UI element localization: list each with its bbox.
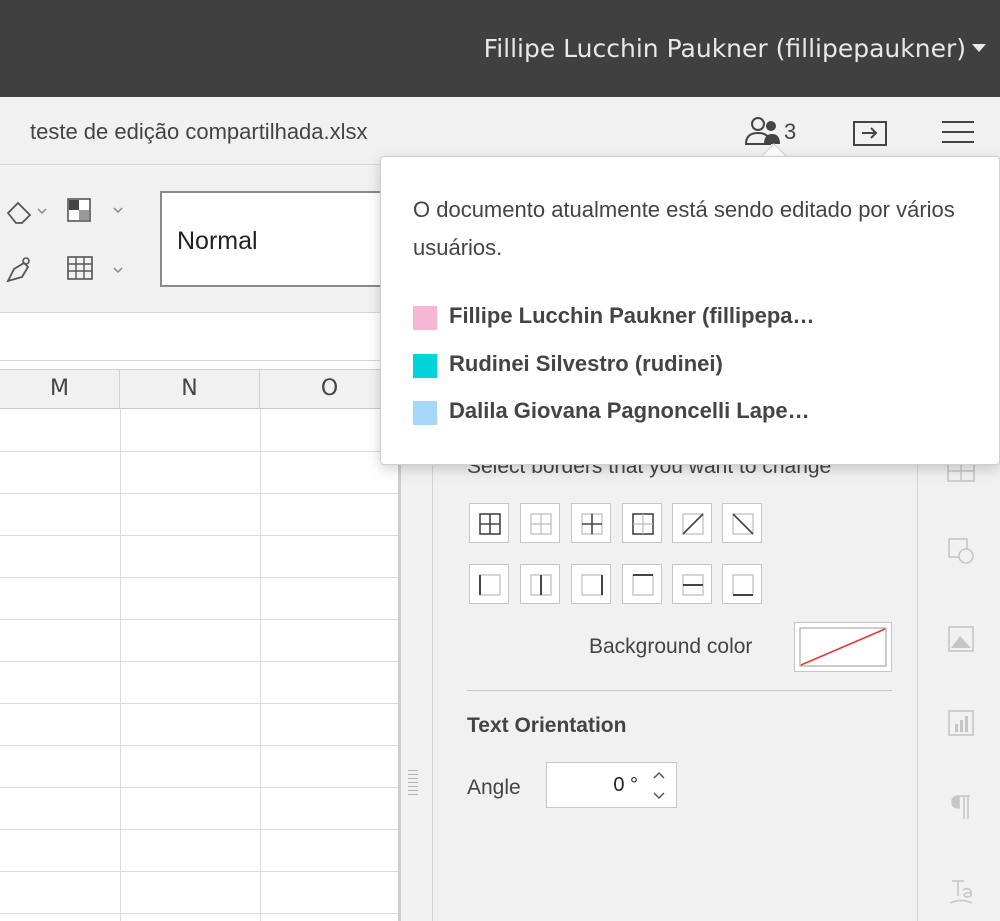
border-top-button[interactable] bbox=[622, 564, 662, 604]
table-format-icon[interactable] bbox=[66, 253, 128, 283]
cell-style-value: Normal bbox=[177, 227, 258, 255]
border-right-icon bbox=[581, 574, 603, 596]
section-divider bbox=[467, 690, 892, 691]
border-bottom-button[interactable] bbox=[722, 564, 762, 604]
diagonal-up-icon bbox=[682, 513, 704, 535]
user-color-swatch bbox=[413, 306, 437, 330]
user-color-swatch bbox=[413, 401, 437, 425]
border-left-button[interactable] bbox=[469, 564, 509, 604]
diagonal-down-icon bbox=[732, 513, 754, 535]
border-diagonal-down-button[interactable] bbox=[722, 503, 762, 543]
border-inner-vertical-button[interactable] bbox=[520, 564, 560, 604]
border-inner-vertical-icon bbox=[530, 574, 552, 596]
shape-settings-icon[interactable] bbox=[946, 536, 976, 566]
column-header-n[interactable]: N bbox=[120, 369, 260, 409]
border-none-button[interactable] bbox=[520, 503, 560, 543]
text-orientation-title: Text Orientation bbox=[467, 714, 627, 737]
border-top-icon bbox=[632, 574, 654, 596]
fill-pattern-icon[interactable] bbox=[66, 195, 128, 225]
angle-value[interactable]: 0 ° bbox=[613, 774, 638, 797]
users-icon bbox=[744, 117, 780, 145]
eraser-icon[interactable] bbox=[4, 197, 54, 227]
folder-arrow-icon bbox=[853, 121, 887, 146]
go-to-documents-button[interactable] bbox=[852, 119, 888, 147]
users-count: 3 bbox=[784, 119, 797, 144]
angle-label: Angle bbox=[467, 776, 521, 799]
image-settings-icon[interactable] bbox=[946, 624, 976, 654]
collaborator-name: Fillipe Lucchin Paukner (fillipepa… bbox=[449, 303, 815, 328]
format-painter-icon[interactable] bbox=[4, 255, 34, 285]
paragraph-settings-icon[interactable] bbox=[946, 792, 976, 822]
formula-bar[interactable] bbox=[0, 313, 400, 361]
popover-message: O documento atualmente está sendo editad… bbox=[413, 197, 955, 260]
border-inner-icon bbox=[581, 513, 603, 535]
border-right-button[interactable] bbox=[571, 564, 611, 604]
angle-spinner[interactable]: 0 ° bbox=[546, 762, 677, 808]
no-fill-swatch bbox=[799, 627, 887, 667]
app-header: Fillipe Lucchin Paukner (fillipepaukner) bbox=[0, 0, 1000, 97]
spinner-arrows-icon[interactable] bbox=[652, 767, 666, 803]
border-bottom-icon bbox=[732, 574, 754, 596]
document-titlebar: teste de edição compartilhada.xlsx 3 bbox=[0, 97, 1000, 165]
user-menu[interactable]: Fillipe Lucchin Paukner (fillipepaukner) bbox=[484, 34, 966, 63]
grid-cells[interactable] bbox=[0, 409, 400, 921]
border-inner-button[interactable] bbox=[571, 503, 611, 543]
border-outer-button[interactable] bbox=[622, 503, 662, 543]
background-color-label: Background color bbox=[589, 635, 753, 658]
border-inner-horizontal-button[interactable] bbox=[672, 564, 712, 604]
border-outer-icon bbox=[632, 513, 654, 535]
spreadsheet-grid[interactable]: M N O bbox=[0, 361, 400, 921]
border-all-button[interactable] bbox=[469, 503, 509, 543]
chart-settings-icon[interactable] bbox=[946, 708, 976, 738]
collaborator-name: Dalila Giovana Pagnoncelli Lape… bbox=[449, 398, 810, 423]
user-color-swatch bbox=[413, 354, 437, 378]
border-inner-horizontal-icon bbox=[682, 574, 704, 596]
column-header-m[interactable]: M bbox=[0, 369, 120, 409]
collaborator-name: Rudinei Silvestro (rudinei) bbox=[449, 351, 723, 376]
panel-resize-handle[interactable] bbox=[408, 770, 418, 798]
border-none-icon bbox=[530, 513, 552, 535]
text-art-settings-icon[interactable] bbox=[946, 876, 976, 906]
column-header-o[interactable]: O bbox=[260, 369, 400, 409]
collaborators-popover: O documento atualmente está sendo editad… bbox=[380, 156, 1000, 465]
document-title: teste de edição compartilhada.xlsx bbox=[30, 119, 368, 144]
caret-down-icon[interactable] bbox=[972, 44, 986, 52]
border-left-icon bbox=[479, 574, 501, 596]
menu-icon[interactable] bbox=[942, 121, 974, 145]
border-diagonal-up-button[interactable] bbox=[672, 503, 712, 543]
background-color-picker[interactable] bbox=[794, 622, 892, 672]
border-all-icon bbox=[479, 513, 501, 535]
